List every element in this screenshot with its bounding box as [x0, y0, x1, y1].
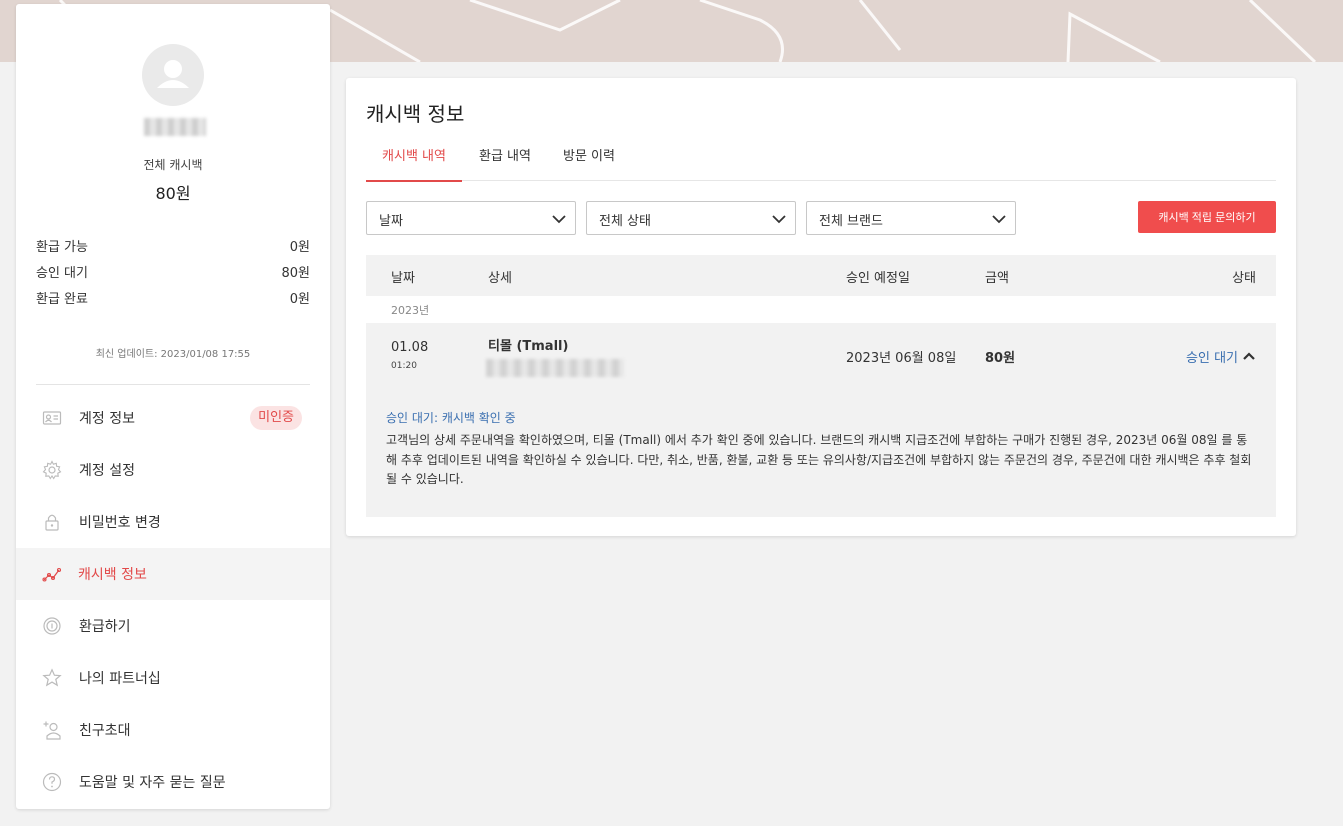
- tab-bar: 캐시백 내역 환급 내역 방문 이력: [366, 144, 1276, 182]
- sidebar-item-label: 환급하기: [79, 619, 131, 635]
- gear-icon: [42, 460, 62, 480]
- sidebar-item-account-settings[interactable]: 계정 설정: [16, 444, 330, 496]
- sidebar-item-invite-friends[interactable]: 친구초대: [16, 704, 330, 756]
- chevron-up-icon[interactable]: [1242, 349, 1256, 363]
- sidebar-item-refund[interactable]: 환급하기: [16, 600, 330, 652]
- total-cashback-label: 전체 캐시백: [143, 158, 203, 172]
- stat-label: 환급 완료: [36, 292, 88, 307]
- table-header: 날짜 상세 승인 예정일 금액 상태: [366, 255, 1276, 296]
- id-card-icon: [42, 411, 62, 425]
- sidebar-item-partnership[interactable]: 나의 파트너십: [16, 652, 330, 704]
- table-row: 01.08 01:20 티몰 (Tmall) 2023년 06월 08일 80원…: [366, 323, 1276, 517]
- tab-refund-history[interactable]: 환급 내역: [470, 144, 540, 180]
- sidebar-item-label: 친구초대: [79, 723, 131, 739]
- chevron-down-icon: [552, 215, 566, 224]
- row-status-toggle[interactable]: 승인 대기: [1186, 347, 1238, 366]
- row-time: 01:20: [391, 361, 417, 371]
- sidebar-divider: [36, 384, 310, 385]
- sidebar-item-label: 비밀번호 변경: [79, 515, 161, 531]
- account-sidebar: 전체 캐시백 80원 환급 가능 0원 승인 대기 80원 환급 완료 0원 최…: [16, 4, 330, 809]
- stat-value: 0원: [289, 292, 310, 307]
- last-updated: 최신 업데이트: 2023/01/08 17:55: [95, 349, 251, 360]
- tab-visit-history[interactable]: 방문 이력: [554, 144, 624, 180]
- sidebar-item-label: 도움말 및 자주 묻는 질문: [79, 775, 226, 791]
- user-name-redacted: [144, 118, 206, 136]
- stat-label: 환급 가능: [36, 240, 88, 255]
- sidebar-item-change-password[interactable]: 비밀번호 변경: [16, 496, 330, 548]
- header-status: 상태: [1232, 271, 1256, 286]
- chart-line-icon: [42, 567, 62, 582]
- header-date: 날짜: [391, 271, 415, 286]
- sidebar-item-help-faq[interactable]: 도움말 및 자주 묻는 질문: [16, 756, 330, 808]
- sidebar-item-label: 나의 파트너십: [79, 671, 161, 687]
- header-detail: 상세: [488, 271, 512, 286]
- row-brand: 티몰 (Tmall): [488, 339, 569, 354]
- lock-icon: [45, 514, 59, 531]
- star-icon: [42, 668, 62, 687]
- select-value: 날짜: [379, 214, 403, 229]
- sidebar-item-account-info[interactable]: 계정 정보 미인증: [16, 392, 330, 444]
- status-note-title: 승인 대기: 캐시백 확인 중: [386, 411, 516, 425]
- user-icon: [157, 60, 189, 88]
- year-group-label: 2023년: [391, 304, 430, 317]
- select-value: 전체 상태: [599, 214, 651, 229]
- select-value: 전체 브랜드: [819, 214, 883, 229]
- coin-icon: [43, 617, 61, 635]
- page-title: 캐시백 정보: [366, 102, 465, 126]
- sidebar-item-label: 계정 설정: [79, 463, 135, 479]
- cashback-inquiry-button[interactable]: 캐시백 적립 문의하기: [1138, 201, 1276, 233]
- header-amount: 금액: [985, 271, 1009, 286]
- stat-refundable: 환급 가능 0원: [36, 236, 310, 256]
- stat-pending: 승인 대기 80원: [36, 262, 310, 282]
- chevron-down-icon: [992, 215, 1006, 224]
- stat-value: 80원: [281, 266, 310, 281]
- total-cashback-value: 80원: [155, 184, 191, 203]
- date-filter-select[interactable]: 날짜: [366, 201, 576, 235]
- status-note-text: 고객님의 상세 주문내역을 확인하였으며, 티몰 (Tmall) 에서 추가 확…: [386, 433, 1252, 486]
- row-amount: 80원: [985, 351, 1016, 366]
- question-icon: [42, 772, 62, 792]
- sidebar-item-label: 계정 정보: [79, 411, 135, 427]
- sidebar-item-label: 캐시백 정보: [78, 567, 147, 583]
- tab-cashback-history[interactable]: 캐시백 내역: [366, 144, 462, 182]
- row-date: 01.08: [391, 340, 429, 355]
- chevron-down-icon: [772, 215, 786, 224]
- row-order-redacted: [486, 359, 624, 377]
- stat-label: 승인 대기: [36, 266, 88, 281]
- unverified-badge[interactable]: 미인증: [250, 406, 302, 430]
- stat-refunded: 환급 완료 0원: [36, 288, 310, 308]
- brand-filter-select[interactable]: 전체 브랜드: [806, 201, 1016, 235]
- add-user-icon: [43, 721, 61, 740]
- avatar: [142, 44, 204, 106]
- status-filter-select[interactable]: 전체 상태: [586, 201, 796, 235]
- row-expected-date: 2023년 06월 08일: [846, 351, 957, 366]
- sidebar-item-cashback-info[interactable]: 캐시백 정보: [16, 548, 330, 600]
- stat-value: 0원: [289, 240, 310, 255]
- cashback-panel: 캐시백 정보 캐시백 내역 환급 내역 방문 이력 날짜 전체 상태 전체 브랜…: [346, 78, 1296, 536]
- header-expected-date: 승인 예정일: [846, 271, 910, 286]
